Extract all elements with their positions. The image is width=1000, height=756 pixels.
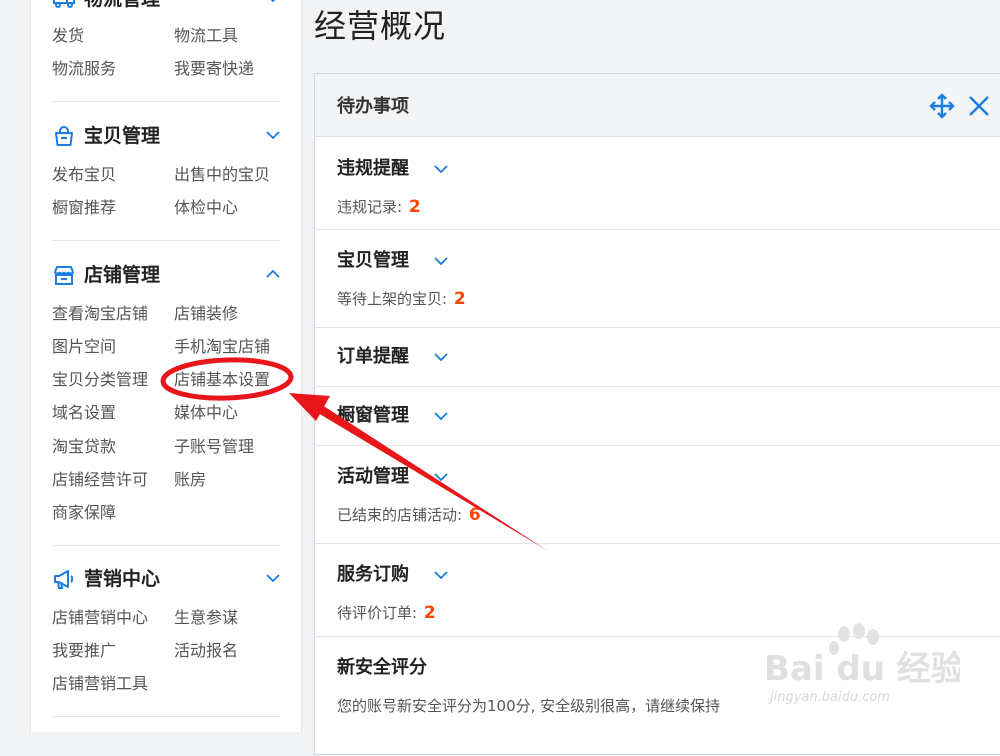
sidebar-link-media-center[interactable]: 媒体中心 (174, 402, 238, 424)
divider (52, 101, 281, 102)
sidebar-link-image-space[interactable]: 图片空间 (52, 336, 116, 358)
sidebar-link-category-management[interactable]: 宝贝分类管理 (52, 369, 148, 391)
sidebar-link-sub-accounts[interactable]: 子账号管理 (174, 436, 254, 458)
sidebar-link-merchant-guarantee[interactable]: 商家保障 (52, 502, 116, 524)
chevron-down-icon[interactable] (433, 408, 449, 424)
chevron-down-icon[interactable] (433, 253, 449, 269)
chevron-down-icon[interactable] (433, 349, 449, 365)
sidebar-link-logistics-service[interactable]: 物流服务 (52, 58, 116, 80)
section-items: 宝贝管理 (52, 121, 281, 151)
shopping-bag-icon (55, 126, 73, 146)
move-icon[interactable] (929, 93, 955, 119)
todo-row-text: 等待上架的宝贝: 2 (337, 289, 466, 309)
todo-row-label: 违规记录: (337, 198, 403, 216)
sidebar-link-business-advisor[interactable]: 生意参谋 (174, 607, 238, 629)
divider (52, 240, 281, 241)
todo-row-title: 新安全评分 (337, 657, 427, 678)
security-score-text: 您的账号新安全评分为100分, 安全级别很高，请继续保持 (337, 697, 721, 715)
todo-row-window: 橱窗管理 (315, 386, 1000, 446)
todo-row-title: 服务订购 (337, 564, 409, 585)
chevron-down-icon[interactable] (265, 570, 281, 586)
sidebar-link-window-recommend[interactable]: 橱窗推荐 (52, 197, 116, 219)
section-marketing: 营销中心 (52, 564, 281, 594)
todo-row-title: 橱窗管理 (337, 405, 409, 426)
sidebar-link-shop-basic-settings[interactable]: 店铺基本设置 (174, 369, 270, 391)
todo-count[interactable]: 2 (409, 197, 421, 217)
todo-row-orders: 订单提醒 (315, 327, 1000, 387)
section-shop-header[interactable]: 店铺管理 (52, 260, 281, 290)
sidebar-link-taobao-loan[interactable]: 淘宝贷款 (52, 436, 116, 458)
sidebar: 物流管理 发货 物流工具 物流服务 我要寄快递 宝贝管理 发布宝贝 出售中的宝贝… (30, 0, 302, 732)
chevron-down-icon[interactable] (433, 161, 449, 177)
todo-row-title: 订单提醒 (337, 346, 409, 367)
todo-row-title: 宝贝管理 (337, 250, 409, 271)
sidebar-link-logistics-tools[interactable]: 物流工具 (174, 25, 238, 47)
sidebar-link-ship[interactable]: 发货 (52, 25, 84, 47)
section-logistics: 物流管理 (52, 0, 281, 14)
sidebar-link-marketing-center[interactable]: 店铺营销中心 (52, 607, 148, 629)
section-shop: 店铺管理 (52, 260, 281, 290)
sidebar-link-view-shop[interactable]: 查看淘宝店铺 (52, 303, 148, 325)
page-title: 经营概况 (314, 7, 447, 45)
section-marketing-header[interactable]: 营销中心 (52, 564, 281, 594)
sidebar-link-checkup-center[interactable]: 体检中心 (174, 197, 238, 219)
section-shop-title: 店铺管理 (84, 264, 161, 286)
sidebar-link-publish-item[interactable]: 发布宝贝 (52, 164, 116, 186)
sidebar-link-mobile-shop[interactable]: 手机淘宝店铺 (174, 336, 270, 358)
sidebar-link-marketing-tools[interactable]: 店铺营销工具 (52, 673, 148, 695)
chevron-down-icon[interactable] (265, 0, 281, 6)
sidebar-link-accounts-room[interactable]: 账房 (174, 469, 206, 491)
sidebar-link-promote[interactable]: 我要推广 (52, 640, 116, 662)
divider (52, 716, 281, 717)
todo-panel-title: 待办事项 (337, 96, 409, 117)
section-items-header[interactable]: 宝贝管理 (52, 121, 281, 151)
sidebar-link-business-license[interactable]: 店铺经营许可 (52, 469, 148, 491)
watermark-url: jingyan.baidu.com (770, 690, 890, 705)
truck-icon (53, 0, 75, 8)
todo-row-label: 等待上架的宝贝: (337, 290, 448, 308)
todo-row-label: 待评价订单: (337, 604, 418, 622)
todo-row-text: 违规记录: 2 (337, 197, 421, 217)
section-items-title: 宝贝管理 (84, 125, 161, 147)
sidebar-link-shop-decoration[interactable]: 店铺装修 (174, 303, 238, 325)
todo-panel-header: 待办事项 (315, 74, 1000, 137)
chevron-down-icon[interactable] (265, 127, 281, 143)
section-logistics-title: 物流管理 (84, 0, 160, 12)
watermark-brand: Bai du 经验 (764, 649, 960, 689)
section-marketing-title: 营销中心 (84, 568, 161, 590)
todo-row-violation: 违规提醒 违规记录: 2 (315, 137, 1000, 230)
chevron-down-icon[interactable] (433, 567, 449, 583)
store-icon (54, 266, 74, 285)
sidebar-link-event-signup[interactable]: 活动报名 (174, 640, 238, 662)
todo-count[interactable]: 2 (454, 289, 466, 309)
chevron-down-icon[interactable] (433, 469, 449, 485)
todo-row-activities: 活动管理 已结束的店铺活动: 6 (315, 445, 1000, 544)
todo-row-items: 宝贝管理 等待上架的宝贝: 2 (315, 229, 1000, 328)
todo-row-title: 违规提醒 (337, 158, 409, 179)
sidebar-link-domain-settings[interactable]: 域名设置 (52, 402, 116, 424)
chevron-up-icon[interactable] (265, 266, 281, 282)
todo-count[interactable]: 2 (424, 603, 436, 623)
todo-row-text: 已结束的店铺活动: 6 (337, 505, 481, 525)
divider (52, 545, 281, 546)
todo-row-text: 待评价订单: 2 (337, 603, 436, 623)
sidebar-link-items-on-sale[interactable]: 出售中的宝贝 (174, 164, 270, 186)
todo-row-title: 活动管理 (337, 466, 409, 487)
megaphone-icon (54, 570, 74, 589)
close-icon[interactable] (967, 94, 991, 118)
sidebar-link-send-express[interactable]: 我要寄快递 (174, 58, 254, 80)
section-logistics-header[interactable]: 物流管理 (52, 0, 281, 14)
todo-count[interactable]: 6 (469, 505, 481, 525)
todo-row-label: 已结束的店铺活动: (337, 506, 463, 524)
